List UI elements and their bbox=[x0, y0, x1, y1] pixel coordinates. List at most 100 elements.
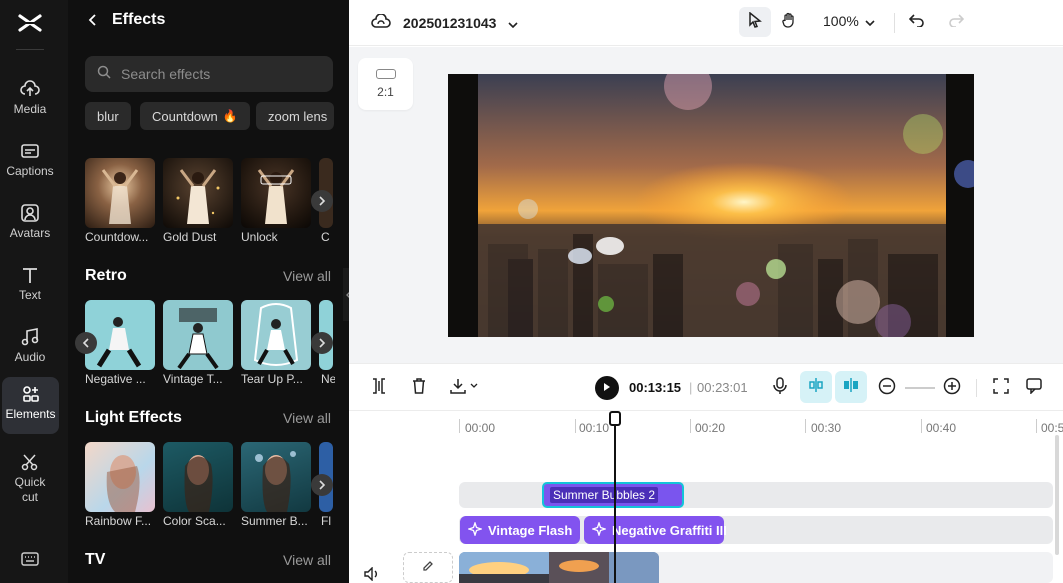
video-clip[interactable] bbox=[459, 552, 659, 583]
rail-divider bbox=[16, 49, 44, 50]
split-button[interactable] bbox=[367, 376, 391, 400]
comment-button[interactable] bbox=[1022, 376, 1046, 400]
chip-countdown[interactable]: Countdown 🔥 bbox=[140, 102, 250, 130]
comment-icon bbox=[1026, 377, 1042, 399]
fullscreen-icon bbox=[993, 377, 1009, 399]
download-button[interactable] bbox=[447, 376, 481, 400]
rail-label: Media bbox=[13, 102, 47, 116]
rail-item-audio[interactable]: Audio bbox=[0, 320, 60, 378]
zoom-out-button[interactable] bbox=[875, 376, 899, 400]
ruler-tick bbox=[805, 419, 806, 433]
magnet-snap-icon bbox=[807, 377, 825, 398]
timeline-zoom-slider[interactable] bbox=[905, 387, 935, 389]
effect-thumbnail[interactable] bbox=[241, 158, 311, 228]
rail-label: Captions bbox=[6, 164, 54, 178]
view-all-retro-link[interactable]: View all bbox=[283, 268, 331, 284]
microphone-icon bbox=[773, 376, 787, 400]
effect-thumbnail[interactable] bbox=[85, 300, 155, 370]
edit-cover-button[interactable] bbox=[403, 552, 453, 583]
select-tool-button[interactable] bbox=[739, 7, 771, 37]
vertical-scrollbar[interactable] bbox=[1055, 435, 1059, 555]
project-name: 202501231043 bbox=[403, 15, 497, 31]
rail-item-elements[interactable]: Elements bbox=[2, 377, 59, 434]
timeline-toolbar: 00:13:15 | 00:23:01 bbox=[349, 363, 1063, 411]
rail-item-text[interactable]: Text bbox=[0, 258, 60, 316]
redo-icon bbox=[948, 13, 965, 32]
project-title[interactable]: 202501231043 bbox=[371, 12, 519, 34]
fx-clip-negative-graffiti[interactable]: Negative Graffiti III bbox=[584, 516, 727, 544]
rail-item-media[interactable]: Media bbox=[0, 72, 60, 130]
effect-label: Countdow... bbox=[85, 230, 149, 244]
effect-thumbnail[interactable] bbox=[241, 442, 311, 512]
effect-thumbnail[interactable] bbox=[163, 442, 233, 512]
effect-label: Summer B... bbox=[241, 514, 308, 528]
effect-clip-selected[interactable]: Summer Bubbles 2 bbox=[542, 482, 684, 508]
speaker-icon[interactable] bbox=[364, 566, 380, 583]
ruler-label: 00:40 bbox=[926, 421, 957, 435]
auto-snap-button[interactable] bbox=[800, 371, 832, 403]
toolbar-divider bbox=[894, 13, 895, 33]
record-audio-button[interactable] bbox=[768, 376, 792, 400]
back-chevron-icon[interactable] bbox=[88, 13, 100, 27]
scroll-right-arrow-icon[interactable] bbox=[311, 190, 333, 212]
view-all-light-effects-link[interactable]: View all bbox=[283, 410, 331, 426]
play-button[interactable] bbox=[595, 376, 619, 400]
split-icon bbox=[372, 377, 386, 399]
video-preview[interactable] bbox=[448, 74, 974, 337]
keyboard-shortcuts-icon[interactable] bbox=[19, 548, 41, 570]
clip-label: Negative Graffiti III bbox=[612, 522, 727, 538]
hand-tool-button[interactable] bbox=[773, 7, 805, 37]
effect-label: Fl bbox=[321, 514, 331, 528]
aspect-ratio-button[interactable]: 2:1 bbox=[358, 58, 413, 110]
effects-row-top: Countdow... Gold Dust Unlock C bbox=[85, 158, 345, 248]
playhead-handle[interactable] bbox=[609, 411, 621, 426]
effect-thumbnail[interactable] bbox=[85, 158, 155, 228]
chip-zoom-lens[interactable]: zoom lens bbox=[256, 102, 334, 130]
effect-label: Tear Up P... bbox=[241, 372, 303, 386]
zoom-value: 100% bbox=[823, 13, 859, 29]
zoom-dropdown[interactable]: 100% bbox=[823, 13, 875, 29]
search-input[interactable] bbox=[121, 66, 311, 82]
cloud-upload-icon bbox=[19, 78, 41, 100]
playhead[interactable] bbox=[614, 413, 616, 583]
scroll-right-arrow-icon[interactable] bbox=[311, 332, 333, 354]
delete-button[interactable] bbox=[407, 376, 431, 400]
capcut-logo[interactable] bbox=[17, 10, 43, 36]
panel-header: Effects bbox=[88, 10, 165, 30]
effect-label: Vintage T... bbox=[163, 372, 223, 386]
undo-button[interactable] bbox=[901, 7, 933, 37]
redo-button[interactable] bbox=[940, 7, 972, 37]
aspect-ratio-label: 2:1 bbox=[377, 85, 394, 99]
effects-row-light: Rainbow F... Color Sca... Summer B... Fl bbox=[85, 442, 345, 532]
zoom-in-icon bbox=[943, 377, 961, 400]
rail-item-avatars[interactable]: Avatars bbox=[0, 196, 60, 254]
effect-thumbnail[interactable] bbox=[163, 158, 233, 228]
cursor-icon bbox=[748, 10, 762, 33]
view-all-tv-link[interactable]: View all bbox=[283, 552, 331, 568]
fullscreen-button[interactable] bbox=[989, 376, 1013, 400]
chip-label: zoom lens bbox=[268, 108, 328, 124]
effect-label: Gold Dust bbox=[163, 230, 217, 244]
search-box[interactable] bbox=[85, 56, 333, 92]
ruler-label: 00:5 bbox=[1041, 421, 1063, 435]
avatar-icon bbox=[19, 202, 41, 224]
fx-clip-vintage-flash[interactable]: Vintage Flash bbox=[460, 516, 580, 544]
zoom-in-button[interactable] bbox=[940, 376, 964, 400]
undo-icon bbox=[908, 13, 925, 32]
link-track-button[interactable] bbox=[835, 371, 867, 403]
scroll-right-arrow-icon[interactable] bbox=[311, 474, 333, 496]
ruler-tick bbox=[1036, 419, 1037, 433]
rail-item-captions[interactable]: Captions bbox=[0, 134, 60, 192]
timeline[interactable]: 00:00 00:10 00:20 00:30 00:40 00:5 Summe… bbox=[349, 411, 1063, 583]
pencil-icon bbox=[422, 559, 434, 577]
effect-thumbnail[interactable] bbox=[85, 442, 155, 512]
music-note-icon bbox=[19, 326, 41, 348]
effect-thumbnail[interactable] bbox=[241, 300, 311, 370]
chip-blur[interactable]: blur bbox=[85, 102, 131, 130]
toolbar-divider bbox=[976, 379, 977, 397]
rail-item-quick-cut[interactable]: Quick cut bbox=[0, 445, 60, 509]
clip-label: Vintage Flash bbox=[488, 522, 573, 538]
effect-thumbnail[interactable] bbox=[163, 300, 233, 370]
scroll-left-arrow-icon[interactable] bbox=[75, 332, 97, 354]
chip-label: Countdown bbox=[152, 108, 218, 124]
